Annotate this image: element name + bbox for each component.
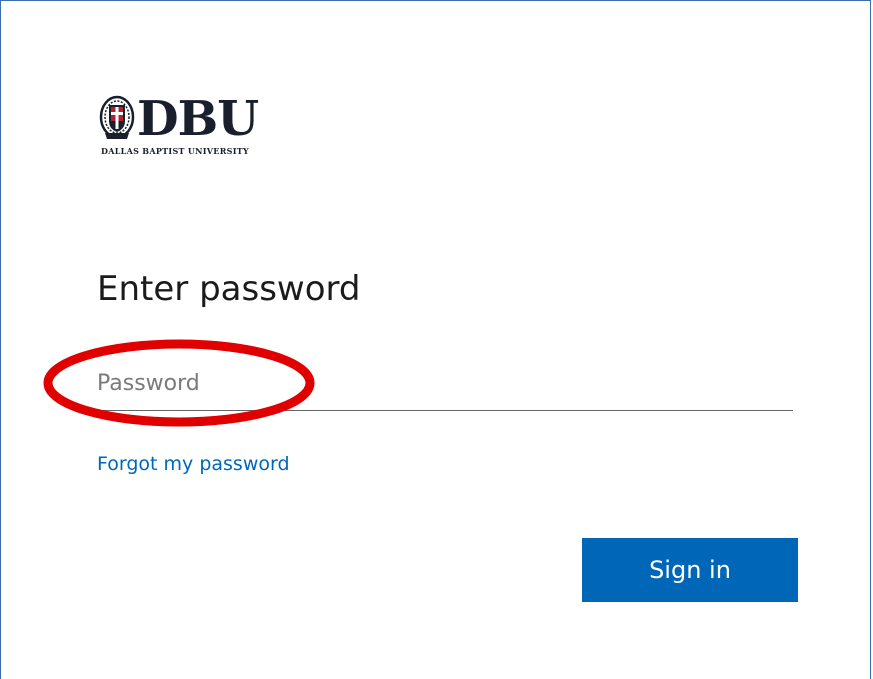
logo-wordmark: DBU xyxy=(137,91,259,147)
sign-in-button[interactable]: Sign in xyxy=(582,538,798,602)
page-title: Enter password xyxy=(97,269,361,309)
logo-subtitle: DALLAS BAPTIST UNIVERSITY xyxy=(101,146,250,156)
university-seal-icon xyxy=(99,95,135,139)
forgot-password-link[interactable]: Forgot my password xyxy=(97,453,290,475)
password-input[interactable] xyxy=(97,357,793,411)
password-field-wrapper xyxy=(97,357,793,411)
login-panel: DBU DALLAS BAPTIST UNIVERSITY Enter pass… xyxy=(0,0,871,679)
dbu-logo: DBU DALLAS BAPTIST UNIVERSITY xyxy=(97,93,322,163)
